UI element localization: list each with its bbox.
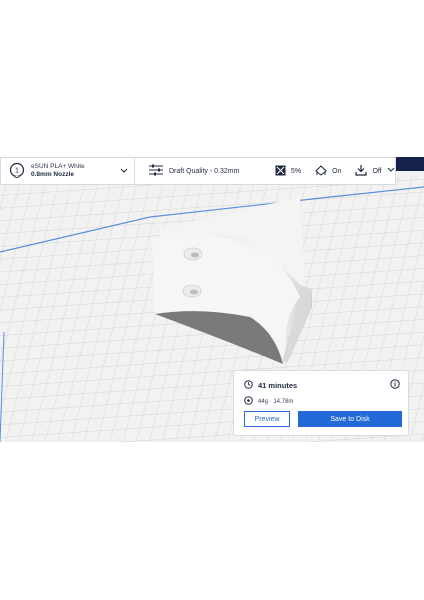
material-selector[interactable]: 1 eSUN PLA+ White 0.8mm Nozzle [1,158,135,184]
infill-setting[interactable]: 5% [269,158,301,184]
header-strip [396,157,424,171]
adhesion-setting[interactable]: Off [349,158,395,184]
save-to-disk-button[interactable]: Save to Disk [298,411,402,427]
nozzle-size: 0.8mm Nozzle [31,171,74,178]
chevron-down-icon [120,168,128,176]
quality-selector[interactable]: Draft Quality - 0.32mm [135,158,253,184]
infill-icon [275,165,286,178]
material-usage: 44g · 14.78m [258,398,294,405]
support-icon [315,164,327,178]
adhesion-icon [355,164,368,178]
infill-value: 5% [291,167,302,175]
print-summary-panel: 41 minutes 44g · 14.78m Preview Save to … [233,370,409,436]
spool-icon [244,396,253,407]
adhesion-value: Off [372,167,382,175]
material-name: eSUN PLA+ White [31,163,85,170]
print-time: 41 minutes [258,381,298,390]
support-setting[interactable]: On [309,158,341,184]
clock-icon [244,380,253,391]
chevron-down-icon[interactable] [387,167,395,175]
support-value: On [332,167,342,175]
preview-button[interactable]: Preview [244,411,290,427]
info-icon[interactable] [390,379,400,391]
extruder-icon: 1 [9,162,25,180]
extruder-number: 1 [15,168,19,175]
print-setup-toolbar: 1 eSUN PLA+ White 0.8mm Nozzle Draft Qua… [0,157,396,185]
sliders-icon [149,164,163,178]
quality-label: Draft Quality - 0.32mm [169,167,240,175]
